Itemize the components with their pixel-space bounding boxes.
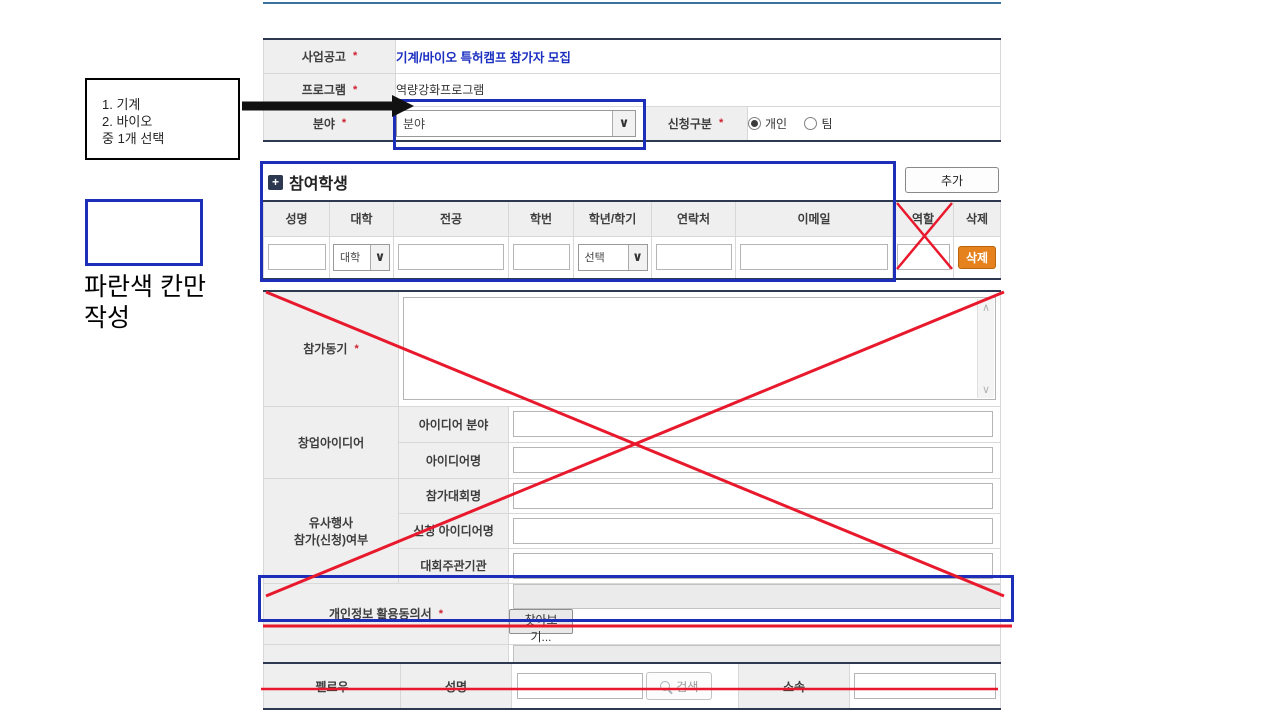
similar-event-group-cell: 유사행사 참가(신청)여부 <box>264 478 399 583</box>
motivation-textarea[interactable]: ∧ ∨ <box>403 297 996 400</box>
similar-event-group-line: 유사행사 <box>264 514 398 531</box>
fellow-name-label-cell: 성명 <box>401 663 512 709</box>
motivation-label: 참가동기 <box>303 340 347 357</box>
role-cell <box>893 236 954 279</box>
search-icon <box>660 681 670 691</box>
radio-team-label: 팀 <box>821 117 832 131</box>
note-line: 2. 바이오 <box>102 113 238 130</box>
apply-type-label: 신청구분 <box>668 115 712 132</box>
idea-field-input[interactable] <box>513 411 993 437</box>
radio-individual-label: 개인 <box>765 117 787 131</box>
radio-team[interactable] <box>804 117 817 130</box>
fellow-name-cell: 검색 <box>512 663 739 709</box>
blue-note-line: 작성 <box>84 303 206 334</box>
contest-name-label-cell: 참가대회명 <box>399 478 509 513</box>
detail-form-table: 참가동기 * ∧ ∨ 창업아이디어 아이디어 분야 아이디어명 유사행사 참가(신… <box>263 290 1001 707</box>
annotation-blue-note: 파란색 칸만 작성 <box>84 272 206 334</box>
contest-name-input[interactable] <box>513 483 993 509</box>
idea-name-value-cell <box>509 442 1001 478</box>
fellow-table: 펠로우 성명 검색 소속 <box>263 662 1001 710</box>
contest-name-value-cell <box>509 478 1001 513</box>
page-top-accent-line <box>263 2 1001 4</box>
fellow-search-label: 검색 <box>676 678 698 695</box>
idea-name-input[interactable] <box>513 447 993 473</box>
note-line: 1. 기계 <box>102 96 238 113</box>
fellow-affiliation-cell <box>850 663 1001 709</box>
scroll-down-icon[interactable]: ∨ <box>982 383 990 396</box>
applied-idea-input[interactable] <box>513 518 993 544</box>
required-mark: * <box>342 117 346 129</box>
student-role-input[interactable] <box>897 244 950 270</box>
idea-group-cell: 창업아이디어 <box>264 406 399 478</box>
annotation-note-box: 1. 기계 2. 바이오 중 1개 선택 <box>85 78 240 160</box>
field-label-cell: 분야 * <box>264 106 396 141</box>
required-mark: * <box>353 50 357 62</box>
scroll-up-icon[interactable]: ∧ <box>982 301 990 314</box>
delete-cell: 삭제 <box>954 236 1001 279</box>
annotation-privacy-highlight <box>258 575 1014 622</box>
apply-type-value-cell: 개인 팀 <box>748 106 1001 141</box>
fellow-label-cell: 펠로우 <box>264 663 401 709</box>
note-line: 중 1개 선택 <box>102 130 238 147</box>
idea-field-row: 창업아이디어 아이디어 분야 <box>264 406 1001 442</box>
apply-type-label-cell: 신청구분 * <box>644 106 748 141</box>
add-student-button[interactable]: 추가 <box>905 167 999 193</box>
radio-individual[interactable] <box>748 117 761 130</box>
scrollbar[interactable]: ∧ ∨ <box>977 299 994 398</box>
required-mark: * <box>719 117 723 129</box>
program-value: 역량강화프로그램 <box>396 83 484 97</box>
motivation-value-cell: ∧ ∨ <box>399 291 1001 406</box>
applied-idea-value-cell <box>509 513 1001 548</box>
program-label: 프로그램 <box>302 81 346 98</box>
fellow-name-input[interactable] <box>517 673 643 699</box>
table-row: 사업공고 * 기계/바이오 특허캠프 참가자 모집 <box>264 39 1001 73</box>
announcement-value: 기계/바이오 특허캠프 참가자 모집 <box>396 51 571 65</box>
announcement-label-cell: 사업공고 * <box>264 39 396 73</box>
required-mark: * <box>353 84 357 96</box>
contest-name-row: 유사행사 참가(신청)여부 참가대회명 <box>264 478 1001 513</box>
idea-field-label-cell: 아이디어 분야 <box>399 406 509 442</box>
fellow-affiliation-label-cell: 소속 <box>739 663 850 709</box>
idea-name-label-cell: 아이디어명 <box>399 442 509 478</box>
blue-note-line: 파란색 칸만 <box>84 272 206 303</box>
annotation-students-highlight <box>260 161 896 282</box>
motivation-label-cell: 참가동기 * <box>264 291 399 406</box>
required-mark: * <box>354 343 358 355</box>
fellow-row: 펠로우 성명 검색 소속 <box>264 663 1001 709</box>
announcement-label: 사업공고 <box>302 48 346 65</box>
annotation-field-select-highlight <box>393 99 646 150</box>
delete-student-button[interactable]: 삭제 <box>958 246 996 269</box>
col-header-role: 역할 <box>893 201 954 236</box>
similar-event-group-line: 참가(신청)여부 <box>264 531 398 548</box>
announcement-value-cell: 기계/바이오 특허캠프 참가자 모집 <box>396 39 1001 73</box>
field-label: 분야 <box>313 115 335 132</box>
motivation-row: 참가동기 * ∧ ∨ <box>264 291 1001 406</box>
col-header-delete: 삭제 <box>954 201 1001 236</box>
fellow-search-button[interactable]: 검색 <box>646 672 712 700</box>
idea-field-value-cell <box>509 406 1001 442</box>
annotation-blue-legend-box <box>85 199 203 266</box>
program-label-cell: 프로그램 * <box>264 73 396 106</box>
fellow-affiliation-input[interactable] <box>854 673 996 699</box>
applied-idea-label-cell: 신청 아이디어명 <box>399 513 509 548</box>
